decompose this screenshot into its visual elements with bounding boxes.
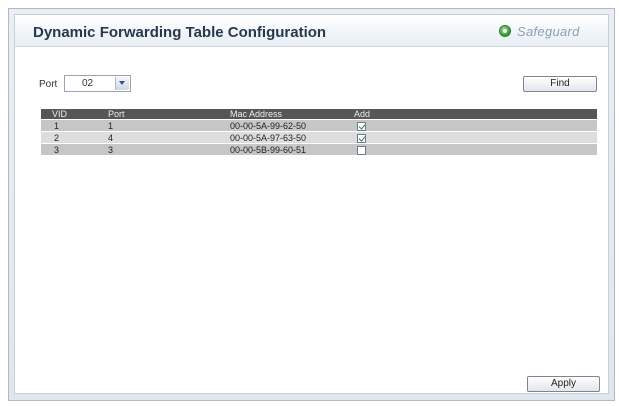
table-header-row: VID Port Mac Address Add — [41, 109, 597, 120]
find-button[interactable]: Find — [523, 76, 597, 92]
config-panel: Dynamic Forwarding Table Configuration S… — [14, 14, 609, 394]
chevron-down-icon[interactable] — [115, 77, 129, 90]
add-checkbox[interactable] — [357, 121, 366, 131]
cell-vid: 2 — [41, 131, 108, 144]
cell-add — [354, 131, 597, 144]
port-select-value: 02 — [82, 78, 94, 89]
table-row: 2 4 00-00-5A-97-63-50 — [41, 131, 597, 144]
table-row: 1 1 00-00-5A-99-62-50 — [41, 119, 597, 132]
cell-port: 3 — [108, 143, 230, 155]
cell-mac-address: 00-00-5A-99-62-50 — [230, 119, 354, 132]
cell-mac-address: 00-00-5B-99-60-51 — [230, 143, 354, 155]
title-bar: Dynamic Forwarding Table Configuration S… — [15, 15, 608, 47]
safeguard-label: Safeguard — [517, 24, 580, 39]
column-header-mac-address: Mac Address — [230, 109, 354, 120]
add-checkbox[interactable] — [357, 145, 366, 155]
status-circle-icon — [499, 25, 511, 37]
cell-port: 1 — [108, 119, 230, 132]
cell-vid: 1 — [41, 119, 108, 132]
apply-button[interactable]: Apply — [527, 376, 600, 392]
column-header-vid: VID — [41, 109, 108, 120]
column-header-add: Add — [354, 109, 597, 120]
cell-add — [354, 119, 597, 132]
page-title: Dynamic Forwarding Table Configuration — [33, 24, 327, 41]
table-row: 3 3 00-00-5B-99-60-51 — [41, 143, 597, 155]
port-select[interactable]: 02 — [64, 75, 131, 92]
cell-port: 4 — [108, 131, 230, 144]
forwarding-table: VID Port Mac Address Add 1 1 00-00-5A-99… — [41, 109, 597, 155]
cell-vid: 3 — [41, 143, 108, 155]
port-label: Port — [39, 79, 58, 90]
add-checkbox[interactable] — [357, 133, 366, 143]
cell-add — [354, 143, 597, 155]
column-header-port: Port — [108, 109, 230, 120]
cell-mac-address: 00-00-5A-97-63-50 — [230, 131, 354, 144]
